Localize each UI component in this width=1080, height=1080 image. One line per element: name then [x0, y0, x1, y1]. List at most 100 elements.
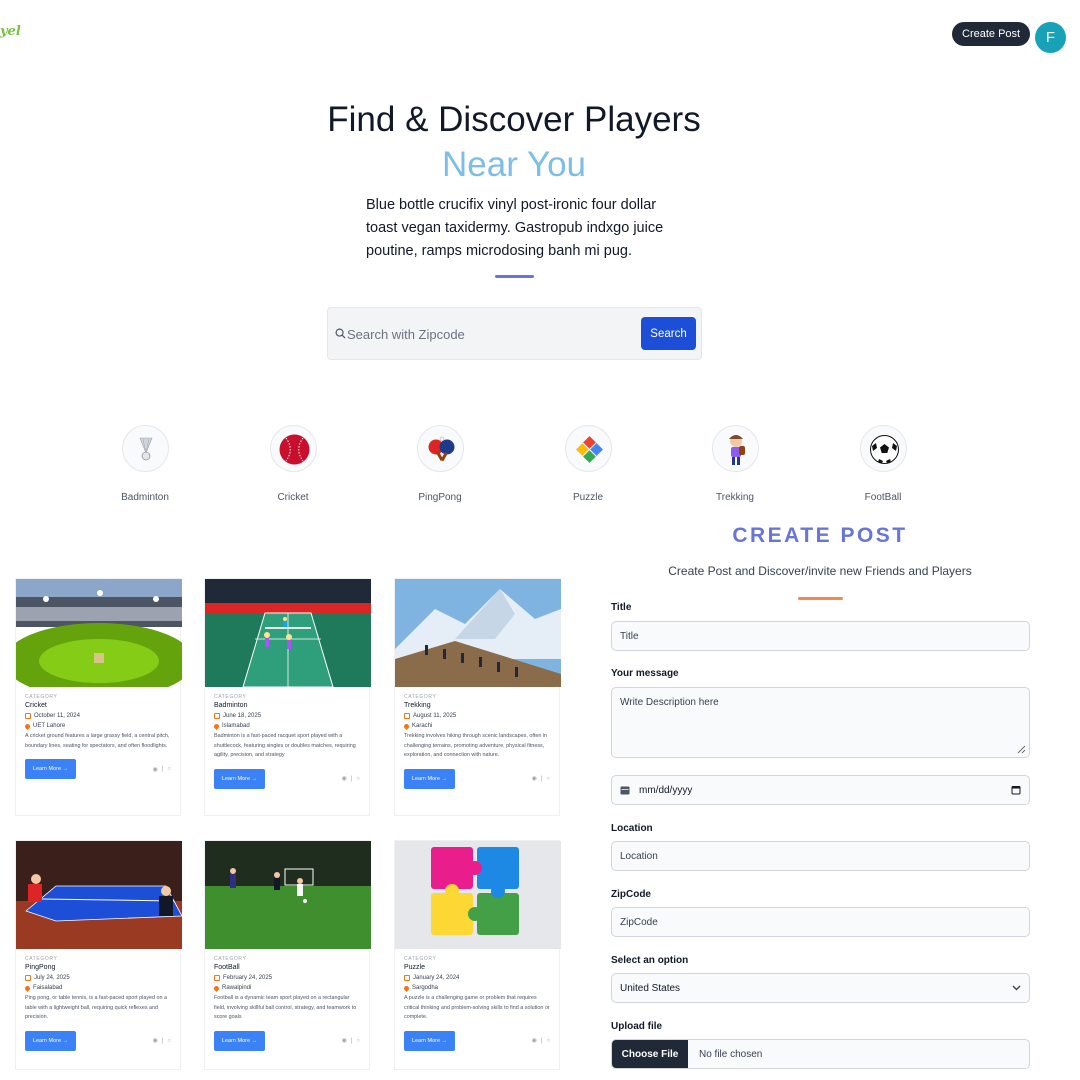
create-post-subheading: Create Post and Discover/invite new Frie…: [668, 564, 972, 578]
location-label: Location: [611, 823, 653, 834]
brand-logo[interactable]: yel: [0, 24, 21, 39]
post-card-cricket: CATEGORY Cricket October 11, 2024 UET La…: [15, 578, 182, 816]
card-location: Faisalabad: [23, 984, 171, 992]
post-card-football: CATEGORY FootBall February 24, 2025 Rawa…: [204, 840, 371, 1070]
card-date: February 24, 2025: [214, 975, 360, 981]
post-card-puzzle: CATEGORY Puzzle January 24, 2024 Sargodh…: [394, 840, 561, 1070]
message-placeholder: Write Description here: [620, 697, 719, 708]
table-tennis-image: [16, 841, 182, 949]
file-status: No file chosen: [699, 1048, 763, 1060]
resize-grip-icon[interactable]: [1017, 745, 1026, 754]
card-date: July 24, 2025: [25, 975, 171, 981]
hiker-icon: [711, 425, 759, 472]
create-post-button[interactable]: Create Post: [952, 22, 1031, 46]
category-cricket[interactable]: Cricket: [243, 425, 343, 503]
card-stats: ◉ | ○: [531, 775, 550, 783]
card-category: CATEGORY: [25, 694, 58, 700]
location-pin-icon: [402, 722, 411, 730]
zipcode-label: ZipCode: [611, 889, 651, 900]
category-label: Puzzle: [572, 492, 603, 503]
learn-more-button[interactable]: Learn More →: [404, 1030, 455, 1051]
choose-file-button[interactable]: Choose File: [612, 1040, 688, 1068]
select-label: Select an option: [611, 955, 689, 966]
eye-icon: ◉: [152, 766, 158, 773]
learn-more-button[interactable]: Learn More →: [25, 759, 76, 779]
title-input[interactable]: Title: [611, 621, 1030, 651]
location-input[interactable]: Location: [611, 841, 1030, 871]
category-trekking[interactable]: Trekking: [685, 425, 785, 503]
location-pin-icon: [402, 984, 411, 992]
learn-more-button[interactable]: Learn More →: [214, 1030, 265, 1051]
badminton-court-image: [205, 579, 371, 687]
post-card-pingpong: CATEGORY PingPong July 24, 2025 Faisalab…: [15, 840, 182, 1070]
cricket-stadium-image: [16, 579, 182, 687]
hero-title: Find & Discover Players: [327, 100, 701, 139]
country-select-value: United States: [620, 982, 681, 994]
category-label: Cricket: [277, 492, 309, 503]
cricket-ball-icon: [269, 425, 317, 472]
category-pingpong[interactable]: PingPong: [390, 425, 490, 503]
location-pin-icon: [23, 984, 32, 992]
message-label: Your message: [611, 668, 679, 679]
location-pin-icon: [212, 722, 221, 730]
search-button[interactable]: Search: [641, 317, 696, 350]
eye-icon: ◉: [531, 1038, 537, 1044]
card-description: A puzzle is a challenging game or proble…: [404, 995, 550, 1020]
country-select[interactable]: United States: [611, 973, 1030, 1003]
category-puzzle[interactable]: Puzzle: [538, 425, 638, 503]
eye-icon: ◉: [531, 776, 537, 782]
comment-icon: ○: [546, 1037, 550, 1044]
post-card-trekking: CATEGORY Trekking August 11, 2025 Karach…: [394, 578, 561, 816]
eye-icon: ◉: [152, 1038, 158, 1044]
hero-accent: Near You: [441, 145, 587, 184]
card-location: Karachi: [402, 722, 550, 730]
card-title: Puzzle: [404, 964, 426, 971]
card-title: PingPong: [25, 964, 56, 971]
learn-more-button[interactable]: Learn More →: [404, 768, 455, 789]
card-location: UET Lahore: [23, 722, 171, 730]
card-category: CATEGORY: [214, 694, 247, 700]
card-stats: ◉ | ○: [341, 775, 360, 783]
zipcode-search-input[interactable]: [347, 322, 637, 346]
date-input[interactable]: mm/dd/yyyy: [611, 775, 1030, 805]
card-category: CATEGORY: [214, 956, 247, 962]
location-pin-icon: [212, 984, 221, 992]
date-picker-icon[interactable]: [1011, 785, 1021, 795]
card-description: Badminton is a fast-paced racquet sport …: [214, 733, 356, 758]
card-description: Football is a dynamic team sport played …: [214, 995, 357, 1020]
calendar-icon: [214, 713, 220, 719]
calendar-icon: [25, 975, 31, 981]
card-date: October 11, 2024: [25, 713, 171, 719]
card-stats: ◉ | ○: [341, 1037, 360, 1045]
card-description: Trekking involves hiking through scenic …: [404, 733, 548, 758]
hero-divider: [495, 275, 534, 278]
learn-more-button[interactable]: Learn More →: [25, 1030, 76, 1051]
card-category: CATEGORY: [404, 694, 437, 700]
zipcode-input[interactable]: ZipCode: [611, 907, 1030, 937]
football-pitch-image: [205, 841, 371, 949]
puzzle-icon: [564, 425, 612, 472]
location-pin-icon: [23, 722, 32, 730]
card-location: Rawalpindi: [212, 984, 360, 992]
message-textarea[interactable]: Write Description here: [611, 687, 1030, 758]
comment-icon: ○: [167, 766, 171, 772]
shuttlecock-icon: [121, 425, 169, 472]
calendar-icon: [25, 713, 31, 719]
hero-description: Blue bottle crucifix vinyl post-ironic f…: [366, 197, 664, 259]
comment-icon: ○: [167, 1037, 171, 1044]
card-description: Ping pong, or table tennis, is a fast-pa…: [25, 995, 168, 1020]
mountain-trek-image: [395, 579, 561, 687]
comment-icon: ○: [546, 775, 550, 782]
title-label: Title: [611, 602, 632, 613]
comment-icon: ○: [356, 775, 360, 782]
card-date: August 11, 2025: [404, 713, 550, 719]
learn-more-button[interactable]: Learn More →: [214, 768, 265, 789]
category-label: Badminton: [121, 492, 169, 503]
category-football[interactable]: FootBall: [833, 425, 933, 503]
calendar-icon: [404, 713, 410, 719]
eye-icon: ◉: [341, 776, 347, 782]
card-date: June 18, 2025: [214, 713, 360, 719]
category-label: Trekking: [716, 492, 754, 503]
user-avatar[interactable]: F: [1035, 22, 1066, 53]
category-badminton[interactable]: Badminton: [95, 425, 195, 503]
